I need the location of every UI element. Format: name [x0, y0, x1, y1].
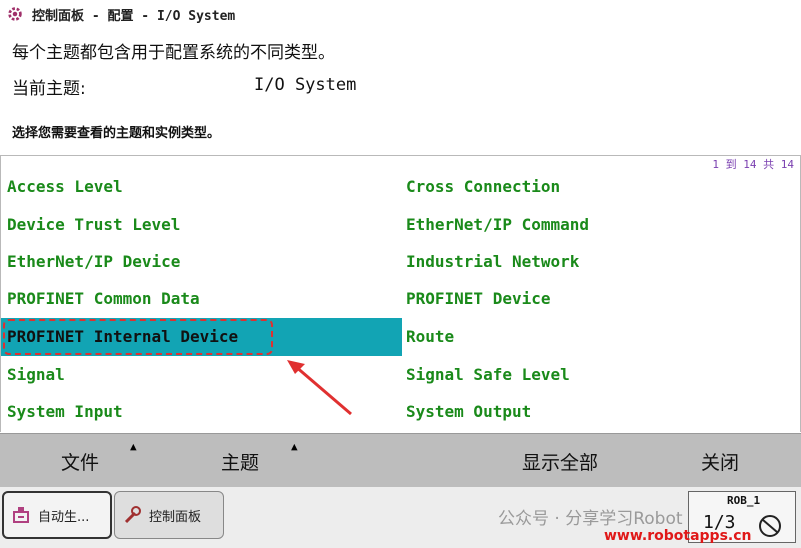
current-topic-label: 当前主题:: [12, 79, 86, 99]
list-item-ethernetip-command[interactable]: EtherNet/IP Command: [400, 212, 800, 238]
task-label: 自动生...: [38, 509, 90, 525]
instruction-text: 选择您需要查看的主题和实例类型。: [12, 126, 221, 141]
wrench-icon: [124, 506, 141, 524]
close-label: 关闭: [700, 451, 739, 474]
robot-name: ROB_1: [727, 494, 761, 507]
gear-icon: [8, 7, 22, 21]
task-label: 控制面板: [149, 509, 202, 525]
type-list: 1 到 14 共 14 Access Level Device Trust Le…: [0, 156, 801, 432]
list-item-cross-connection[interactable]: Cross Connection: [400, 174, 800, 200]
page-info: 1 到 14 共 14: [712, 158, 794, 171]
task-control-panel[interactable]: 控制面板: [114, 491, 224, 539]
site-url-text: www.robotapps.cn: [604, 528, 752, 544]
current-topic-value: I/O System: [254, 75, 357, 95]
annotation-arrow-icon: [287, 360, 352, 416]
file-menu-label: 文件: [60, 451, 99, 474]
list-item-access-level[interactable]: Access Level: [1, 174, 401, 200]
list-item-system-output[interactable]: System Output: [400, 399, 800, 425]
window-title: 控制面板 - 配置 - I/O System: [32, 8, 236, 24]
topic-menu-label: 主题: [220, 451, 259, 474]
title-bar: 控制面板 - 配置 - I/O System: [0, 0, 801, 28]
list-item-route[interactable]: Route: [400, 324, 800, 350]
file-menu-triangle-icon: ▲: [130, 440, 137, 453]
topic-menu-triangle-icon: ▲: [291, 440, 298, 453]
list-item-device-trust-level[interactable]: Device Trust Level: [1, 212, 401, 238]
list-item-industrial-network[interactable]: Industrial Network: [400, 249, 800, 275]
command-bar: 文件 ▲ 主题 ▲ 显示全部 关闭: [0, 433, 801, 488]
list-item-profinet-device[interactable]: PROFINET Device: [400, 286, 800, 312]
list-item-signal-safe-level[interactable]: Signal Safe Level: [400, 362, 800, 388]
show-all-button[interactable]: 显示全部: [480, 434, 640, 488]
topic-header: 每个主题都包含用于配置系统的不同类型。 当前主题: I/O System 选择您…: [0, 28, 801, 156]
list-item-profinet-internal-device[interactable]: PROFINET Internal Device: [1, 318, 402, 356]
task-auto-production[interactable]: 自动生...: [2, 491, 112, 539]
close-button[interactable]: 关闭: [640, 434, 800, 488]
robot-status-icon: [759, 515, 781, 537]
list-item-profinet-common-data[interactable]: PROFINET Common Data: [1, 286, 401, 312]
robot-icon: [13, 507, 29, 523]
show-all-label: 显示全部: [521, 451, 598, 474]
topic-description: 每个主题都包含用于配置系统的不同类型。: [12, 43, 335, 63]
watermark-text: 公众号 · 分享学习Robot: [498, 509, 683, 529]
list-item-ethernetip-device[interactable]: EtherNet/IP Device: [1, 249, 401, 275]
